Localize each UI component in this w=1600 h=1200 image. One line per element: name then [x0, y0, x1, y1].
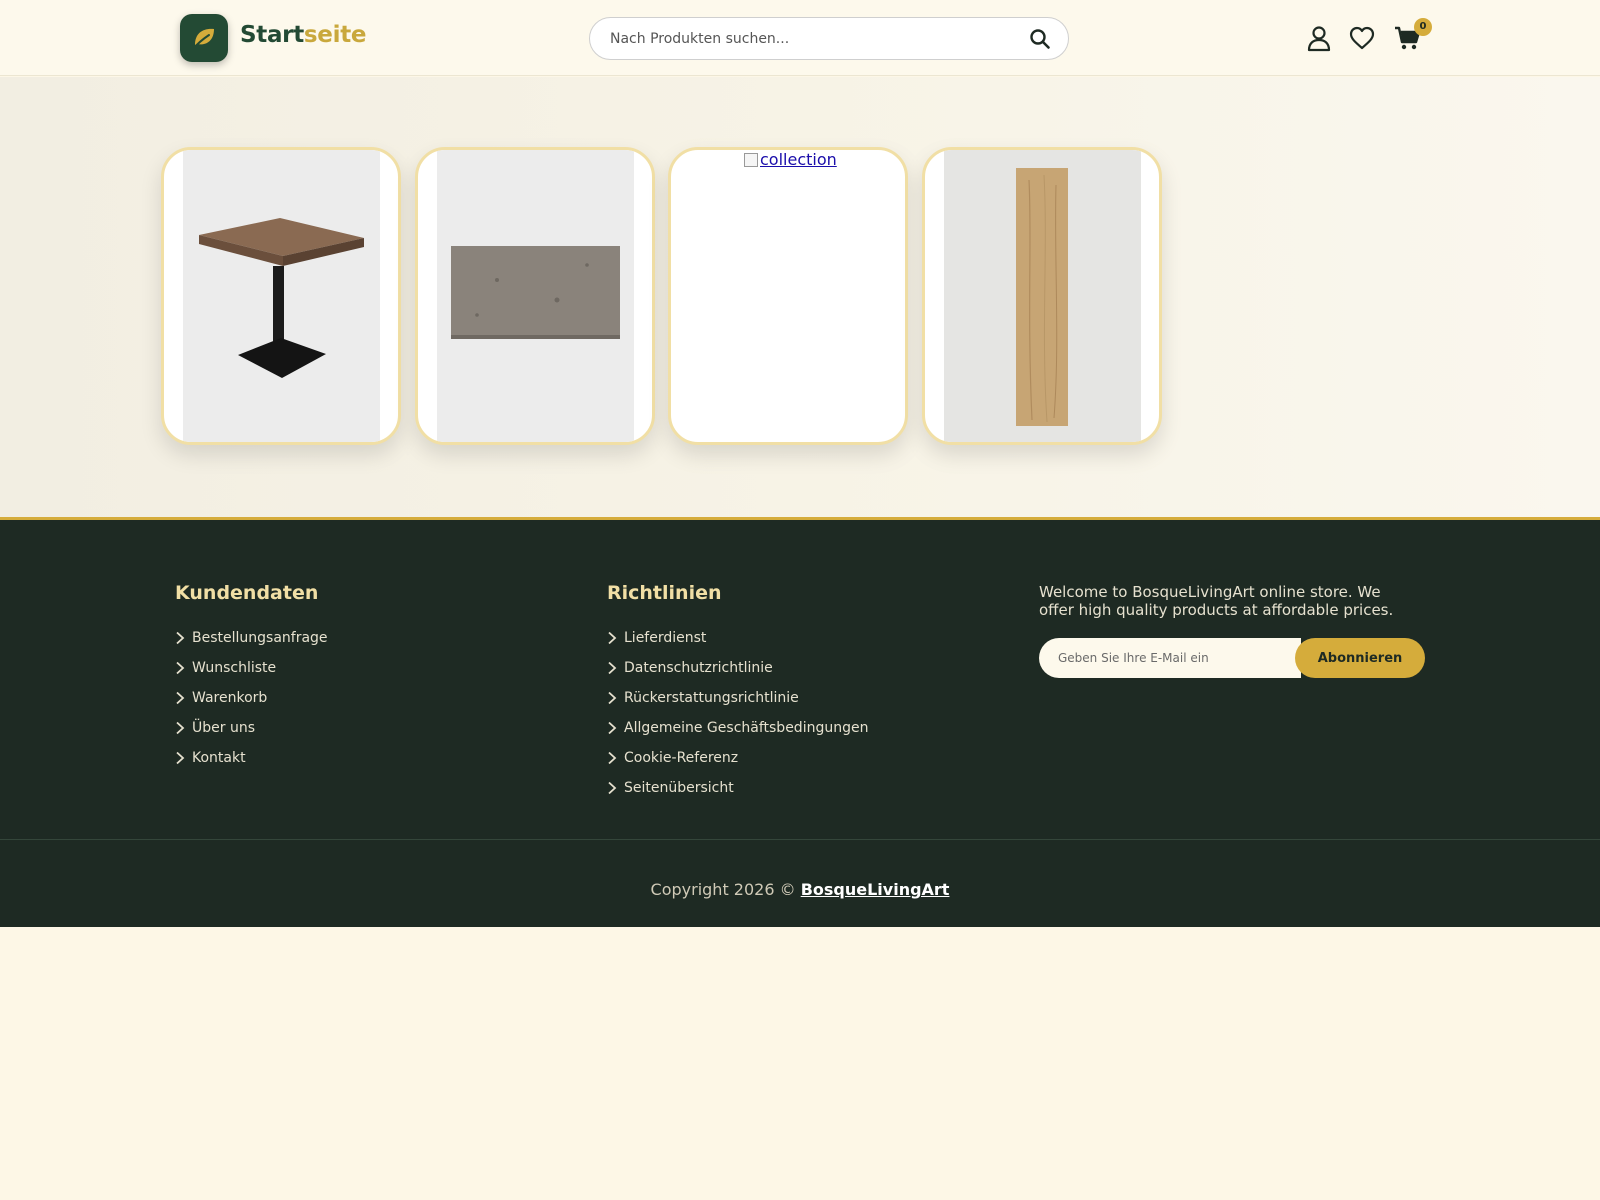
search-bar	[589, 17, 1069, 60]
footer-divider	[0, 839, 1600, 840]
footer-link[interactable]: Seitenübersicht	[607, 773, 868, 803]
chevron-right-icon	[608, 631, 617, 645]
chevron-right-icon	[608, 781, 617, 795]
footer-link[interactable]: Allgemeine Geschäftsbedingungen	[607, 713, 868, 743]
footer-customer-links: Bestellungsanfrage Wunschliste Warenkorb…	[175, 623, 328, 773]
footer-link[interactable]: Kontakt	[175, 743, 328, 773]
broken-image-icon	[744, 153, 758, 167]
chevron-right-icon	[608, 751, 617, 765]
chevron-right-icon	[176, 721, 185, 735]
leaf-logo-icon	[192, 28, 214, 50]
site-footer: Kundendaten Bestellungsanfrage Wunschlis…	[0, 517, 1600, 927]
collection-image	[437, 150, 634, 442]
newsletter-email-input[interactable]	[1039, 638, 1301, 678]
footer-link[interactable]: Cookie-Referenz	[607, 743, 868, 773]
chevron-right-icon	[176, 691, 185, 705]
copyright: Copyright 2026 © BosqueLivingArt	[0, 880, 1600, 899]
collection-image	[944, 150, 1141, 442]
search-input[interactable]	[610, 28, 1010, 50]
logo-link[interactable]	[180, 14, 228, 62]
subscribe-button[interactable]: Abonnieren	[1295, 638, 1425, 678]
wooden-table-icon	[199, 218, 364, 378]
footer-link[interactable]: Datenschutzrichtlinie	[607, 653, 868, 683]
brand-link[interactable]: BosqueLivingArt	[801, 880, 950, 899]
chevron-right-icon	[608, 691, 617, 705]
site-title-part-2: seite	[303, 22, 367, 48]
heart-icon[interactable]	[1348, 24, 1376, 52]
footer-link-label: Allgemeine Geschäftsbedingungen	[624, 720, 869, 736]
stone-slab-icon	[451, 246, 620, 339]
wood-plank-icon	[1016, 168, 1068, 426]
collection-image-link[interactable]: collection	[744, 150, 837, 169]
footer-link-label: Bestellungsanfrage	[192, 630, 328, 646]
footer-link-label: Lieferdienst	[624, 630, 707, 646]
chevron-right-icon	[176, 751, 185, 765]
footer-link-label: Datenschutzrichtlinie	[624, 660, 773, 676]
footer-link-label: Wunschliste	[192, 660, 277, 676]
collection-section: collection	[0, 77, 1600, 517]
footer-link-label: Warenkorb	[192, 690, 268, 706]
footer-link[interactable]: Warenkorb	[175, 683, 328, 713]
footer-link[interactable]: Bestellungsanfrage	[175, 623, 328, 653]
chevron-right-icon	[176, 661, 185, 675]
site-header: Startseite 0	[0, 0, 1600, 76]
site-title-part-1: Start	[240, 22, 304, 48]
search-icon[interactable]	[1028, 27, 1052, 51]
footer-link[interactable]: Wunschliste	[175, 653, 328, 683]
footer-link-label: Seitenübersicht	[624, 780, 734, 796]
footer-link-label: Cookie-Referenz	[624, 750, 739, 766]
collection-image-alt: collection	[760, 150, 837, 169]
collection-card[interactable]	[161, 147, 401, 445]
cart-count-badge: 0	[1414, 18, 1432, 36]
chevron-right-icon	[176, 631, 185, 645]
chevron-right-icon	[608, 721, 617, 735]
copyright-text: Copyright 2026 ©	[650, 880, 801, 899]
footer-customer-title: Kundendaten	[175, 582, 319, 604]
collection-image	[183, 150, 380, 442]
chevron-right-icon	[608, 661, 617, 675]
user-icon[interactable]	[1305, 24, 1333, 52]
footer-welcome-text: Welcome to BosqueLivingArt online store.…	[1039, 583, 1394, 619]
collection-card[interactable]	[922, 147, 1162, 445]
footer-link-label: Kontakt	[192, 750, 246, 766]
site-title[interactable]: Startseite	[240, 22, 367, 48]
collection-card-empty[interactable]: collection	[668, 147, 908, 445]
footer-policy-links: Lieferdienst Datenschutzrichtlinie Rücke…	[607, 623, 868, 803]
footer-link[interactable]: Rückerstattungsrichtlinie	[607, 683, 868, 713]
footer-link-label: Über uns	[192, 720, 255, 736]
newsletter-form: Abonnieren	[1039, 638, 1425, 678]
footer-link[interactable]: Über uns	[175, 713, 328, 743]
footer-link-label: Rückerstattungsrichtlinie	[624, 690, 799, 706]
footer-link[interactable]: Lieferdienst	[607, 623, 868, 653]
footer-policies-title: Richtlinien	[607, 582, 722, 604]
collection-card[interactable]	[415, 147, 655, 445]
